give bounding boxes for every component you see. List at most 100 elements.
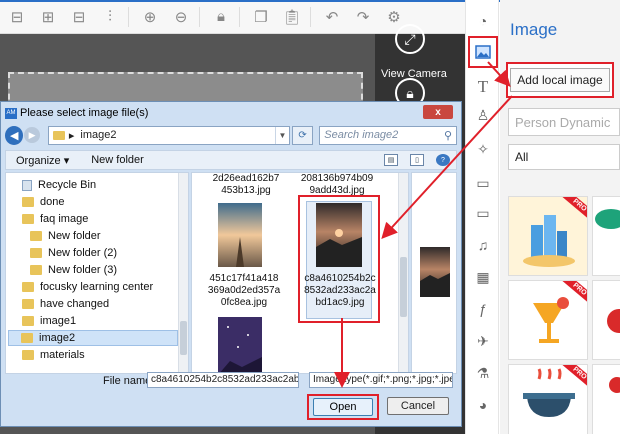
- file-caption[interactable]: c8a4610254b2c 8532ad233ac2a bd1ac9.jpg: [302, 273, 378, 309]
- video-icon[interactable]: ▦: [471, 266, 495, 288]
- folder-icon: [52, 130, 65, 140]
- effect-icon[interactable]: ✧: [471, 138, 495, 160]
- formula-icon[interactable]: ƒ: [471, 298, 495, 320]
- help-icon[interactable]: ?: [436, 154, 450, 166]
- scroll-thumb[interactable]: [400, 257, 407, 317]
- tree-scrollbar[interactable]: [178, 173, 188, 373]
- toolbar-divider: [310, 6, 311, 27]
- tree-item-label: image2: [39, 332, 76, 344]
- image-thumbnail[interactable]: PRO: [508, 364, 588, 434]
- copy-icon[interactable]: ❐: [247, 4, 275, 30]
- breadcrumb-separator: ▸: [68, 129, 75, 142]
- music-icon[interactable]: ♫: [471, 234, 495, 256]
- new-folder-button[interactable]: New folder: [91, 154, 144, 166]
- search-icon[interactable]: ⚲: [444, 129, 452, 142]
- folder-icon: [22, 197, 34, 207]
- folder-icon: [30, 248, 42, 258]
- preview-pane-icon[interactable]: ▯: [410, 154, 424, 166]
- file-thumbnail[interactable]: [218, 317, 262, 373]
- recycle-bin-icon: [22, 179, 32, 191]
- expand-icon[interactable]: ⤢: [395, 24, 425, 54]
- folder-icon: [22, 214, 34, 224]
- text-icon[interactable]: T: [471, 76, 495, 98]
- shapes-icon[interactable]: ◔: [471, 10, 495, 32]
- align-center-icon[interactable]: ⊞: [34, 4, 62, 30]
- file-caption[interactable]: 451c17f41a418 369a0d2ed357a 0fc8ea.jpg: [202, 273, 286, 309]
- align-top-icon[interactable]: ⫶: [96, 4, 124, 30]
- file-name-input[interactable]: c8a4610254b2c8532ad233ac2abd1a: [147, 372, 299, 388]
- view-controls: ▤ ▯ ?: [378, 154, 456, 166]
- file-type-select[interactable]: Image type(*.gif;*.png;*.jpg;*.jpe: [309, 372, 453, 388]
- organize-menu[interactable]: Organize ▾: [16, 154, 69, 167]
- image-thumbnail[interactable]: [592, 280, 620, 360]
- search-input[interactable]: Search image2 ⚲: [319, 125, 458, 145]
- image-thumbnail[interactable]: [592, 364, 620, 434]
- align-left-icon[interactable]: ⊟: [3, 4, 31, 30]
- tree-item[interactable]: New folder (2): [10, 245, 178, 261]
- cancel-button[interactable]: Cancel: [387, 397, 449, 415]
- chevron-down-icon[interactable]: ▼: [274, 126, 289, 144]
- chart-icon[interactable]: ⚗: [471, 362, 495, 384]
- image-icon[interactable]: [468, 36, 498, 68]
- folder-icon: [30, 265, 42, 275]
- tree-item-label: New folder: [48, 230, 101, 242]
- tree-item[interactable]: done: [10, 194, 178, 210]
- plane-icon[interactable]: ✈: [471, 330, 495, 352]
- tree-item[interactable]: image1: [10, 313, 178, 329]
- file-caption[interactable]: 208136b974b09 9add43d.jpg: [292, 173, 382, 197]
- folder-icon: [21, 333, 33, 343]
- address-bar[interactable]: ▸ image2 ▼: [47, 125, 290, 145]
- paste-icon[interactable]: 📋︎: [278, 4, 306, 30]
- add-local-image-button[interactable]: Add local image: [510, 68, 610, 92]
- zoom-in-icon[interactable]: ⊕: [136, 4, 164, 30]
- panel-title: Image: [510, 20, 558, 39]
- file-caption-text: 2d26ead162b7 453b13.jpg: [212, 173, 280, 196]
- tree-item-label: materials: [40, 349, 85, 361]
- chat-icon[interactable]: ▭: [471, 172, 495, 194]
- tree-item-label: image1: [40, 315, 77, 327]
- scroll-thumb[interactable]: [180, 321, 187, 355]
- image-search-input[interactable]: Person Dynamic: [508, 108, 620, 136]
- character-icon[interactable]: ♙: [471, 104, 495, 126]
- image-thumbnail[interactable]: PRO: [508, 280, 588, 360]
- tree-item[interactable]: image2: [8, 330, 178, 346]
- lock-icon[interactable]: 🔒︎: [207, 4, 235, 30]
- zoom-out-icon[interactable]: ⊖: [167, 4, 195, 30]
- file-caption[interactable]: 2d26ead162b7 453b13.jpg: [206, 173, 286, 197]
- category-select[interactable]: All: [508, 144, 620, 170]
- dialog-title-bar: AM Please select image file(s): [5, 105, 148, 121]
- dialog-title: Please select image file(s): [20, 107, 149, 119]
- tool-icon-column: ◔ T ♙ ✧ ▭ ▭ ♫ ▦ ƒ ✈ ⚗ ◕: [465, 0, 499, 434]
- align-right-icon[interactable]: ⊟: [65, 4, 93, 30]
- folder-icon: [30, 231, 42, 241]
- tree-item[interactable]: New folder: [10, 228, 178, 244]
- folder-icon[interactable]: ▭: [471, 202, 495, 224]
- tree-item[interactable]: faq image: [10, 211, 178, 227]
- folder-tree[interactable]: Recycle Bin done faq image New folder New fo…: [5, 172, 189, 374]
- undo-icon[interactable]: ↶: [318, 4, 346, 30]
- tree-item[interactable]: materials: [10, 347, 178, 363]
- tree-item[interactable]: focusky learning center: [10, 279, 178, 295]
- app-icon: AM: [5, 107, 17, 119]
- pie-icon[interactable]: ◕: [471, 394, 495, 416]
- view-options-icon[interactable]: ▤: [384, 154, 398, 166]
- tree-item[interactable]: Recycle Bin: [10, 177, 178, 193]
- open-button[interactable]: Open: [313, 398, 373, 416]
- tree-item[interactable]: New folder (3): [10, 262, 178, 278]
- image-thumbnail[interactable]: [592, 196, 620, 276]
- forward-icon[interactable]: ▶: [24, 127, 40, 143]
- back-icon[interactable]: ◀: [5, 125, 24, 145]
- file-list[interactable]: 2d26ead162b7 453b13.jpg 208136b974b09 9a…: [191, 172, 409, 374]
- address-path[interactable]: image2: [80, 129, 116, 141]
- close-button[interactable]: x: [423, 105, 453, 119]
- file-list-scrollbar[interactable]: [398, 173, 408, 373]
- tree-item[interactable]: have changed: [10, 296, 178, 312]
- tree-item-label: have changed: [40, 298, 110, 310]
- redo-icon[interactable]: ↷: [349, 4, 377, 30]
- file-thumbnail[interactable]: [316, 203, 362, 267]
- file-thumbnail[interactable]: [218, 203, 262, 267]
- refresh-icon[interactable]: ⟳: [291, 125, 314, 145]
- folder-icon: [22, 282, 34, 292]
- image-thumbnail[interactable]: PRO: [508, 196, 588, 276]
- folder-icon: [22, 299, 34, 309]
